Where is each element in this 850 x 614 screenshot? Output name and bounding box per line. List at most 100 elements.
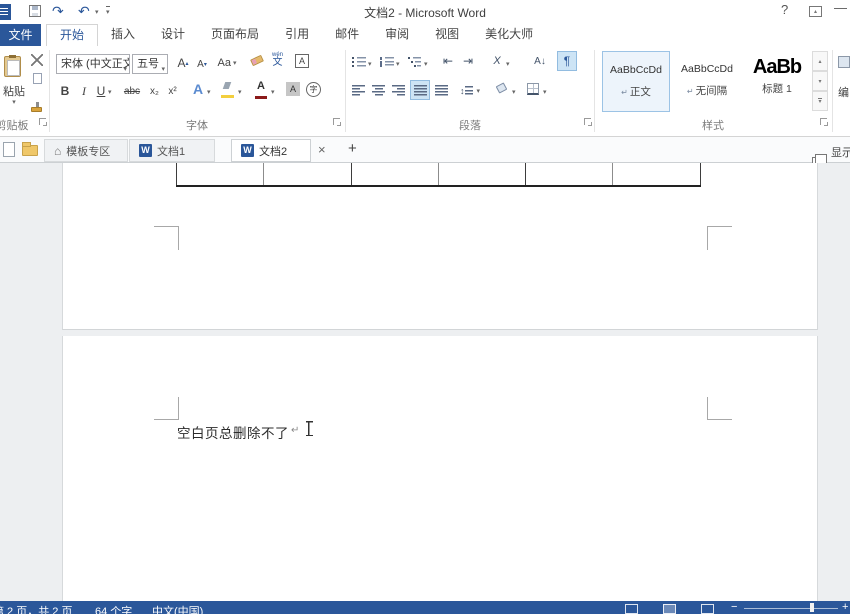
print-layout-button[interactable] [663, 604, 676, 614]
text-effects-dropdown-icon[interactable]: ▾ [207, 88, 211, 96]
clipboard-dialog-launcher-icon[interactable] [39, 118, 48, 127]
font-name-combobox[interactable]: 宋体 (中文正文 ▾ [56, 54, 130, 74]
increase-indent-icon[interactable]: ⇥ [460, 53, 476, 69]
asian-layout-icon[interactable]: X [489, 53, 505, 69]
style-normal[interactable]: AaBbCcDd ↵正文 [602, 51, 670, 112]
highlight-button[interactable] [221, 82, 234, 98]
tab-beautify[interactable]: 美化大师 [472, 24, 546, 46]
language-indicator[interactable]: 中文(中国) [152, 603, 203, 614]
decrease-indent-icon[interactable]: ⇤ [440, 53, 456, 69]
borders-dropdown-icon[interactable]: ▾ [543, 88, 547, 96]
styles-scroll-down-button[interactable]: ▾ [812, 71, 828, 91]
character-shading-icon[interactable]: A [286, 82, 300, 96]
word-count[interactable]: 64 个字 [95, 603, 132, 614]
subscript-button[interactable]: x₂ [146, 82, 163, 100]
document-text[interactable]: 空白页总删除不了 [177, 422, 289, 442]
align-right-button[interactable] [390, 82, 407, 99]
crop-mark [707, 226, 732, 227]
page-indicator[interactable]: 第 2 页，共 2 页 [0, 603, 72, 614]
distribute-button[interactable] [433, 82, 450, 99]
shading-dropdown-icon[interactable]: ▾ [512, 88, 516, 96]
zoom-in-icon[interactable]: + [842, 601, 848, 613]
page-1[interactable] [62, 163, 818, 330]
new-document-icon[interactable] [3, 142, 15, 157]
zoom-slider-track[interactable] [744, 608, 838, 609]
superscript-button[interactable]: x² [164, 82, 181, 100]
close-tab-icon[interactable]: × [318, 142, 326, 157]
font-dialog-launcher-icon[interactable] [333, 118, 342, 127]
tab-home[interactable]: 开始 [46, 24, 98, 46]
crop-mark [707, 397, 708, 420]
tab-file[interactable]: 文件 [0, 24, 41, 46]
bold-button[interactable]: B [58, 82, 72, 100]
character-border-icon[interactable]: A [295, 54, 309, 68]
style-no-spacing[interactable]: AaBbCcDd ↵无间隔 [673, 51, 741, 112]
tab-design[interactable]: 设计 [148, 24, 198, 46]
help-icon[interactable]: ? [781, 2, 788, 17]
grow-font-button[interactable]: A▴ [174, 54, 192, 72]
numbering-dropdown-icon[interactable]: ▾ [396, 60, 400, 68]
borders-icon[interactable] [527, 83, 539, 95]
tab-insert[interactable]: 插入 [98, 24, 148, 46]
style-heading1[interactable]: AaBb 标题 1 [744, 51, 810, 112]
zoom-out-icon[interactable]: − [731, 601, 737, 613]
shrink-font-button[interactable]: A▾ [194, 56, 210, 72]
text-effects-button[interactable]: A [190, 79, 206, 99]
bullets-icon[interactable] [352, 57, 366, 67]
doc-tab-document1[interactable]: W 文档1 [129, 139, 215, 162]
change-case-button[interactable]: Aa▾ [215, 54, 239, 72]
read-mode-button[interactable] [625, 604, 638, 614]
font-size-combobox[interactable]: 五号 ▾ [132, 54, 168, 74]
font-color-dropdown-icon[interactable]: ▾ [271, 88, 275, 96]
ribbon-display-options-icon[interactable]: ▴ [809, 6, 822, 17]
page-2[interactable]: 空白页总删除不了 ↵ [62, 336, 818, 601]
sort-icon[interactable]: A↓ [530, 53, 550, 69]
strikethrough-button[interactable]: abc [120, 82, 144, 100]
tab-references[interactable]: 引用 [272, 24, 322, 46]
italic-button[interactable]: I [78, 82, 90, 100]
window-title: 文档2 - Microsoft Word [0, 4, 850, 21]
tab-mailings[interactable]: 邮件 [322, 24, 372, 46]
web-layout-button[interactable] [701, 604, 714, 614]
minimize-icon[interactable]: — [834, 0, 847, 15]
highlight-dropdown-icon[interactable]: ▾ [238, 88, 242, 96]
styles-dialog-launcher-icon[interactable] [820, 118, 829, 127]
phonetic-guide-icon[interactable]: wén 文 [272, 52, 283, 68]
multilevel-dropdown-icon[interactable]: ▾ [424, 60, 428, 68]
paragraph-group-label: 段落 [348, 117, 592, 133]
clear-formatting-icon[interactable] [250, 55, 264, 66]
align-left-button[interactable] [350, 82, 367, 99]
align-center-button[interactable] [370, 82, 387, 99]
multilevel-list-icon[interactable] [408, 57, 422, 67]
styles-scroll-up-button[interactable]: ▴ [812, 51, 828, 71]
cut-icon[interactable] [31, 54, 43, 66]
paste-button[interactable]: 粘贴 ▾ [0, 50, 28, 110]
tab-review[interactable]: 审阅 [372, 24, 422, 46]
new-tab-icon[interactable]: + [348, 140, 357, 157]
enclose-characters-icon[interactable]: 字 [306, 82, 321, 97]
line-spacing-button[interactable]: ↕ ▾ [457, 82, 483, 99]
doc-tab-template-zone[interactable]: ⌂ 模板专区 [44, 139, 128, 162]
justify-button[interactable] [410, 80, 430, 100]
tab-page-layout[interactable]: 页面布局 [198, 24, 272, 46]
editing-group-icon[interactable] [838, 56, 850, 68]
doc-tab-document2[interactable]: W 文档2 [231, 139, 311, 162]
copy-icon[interactable] [33, 73, 42, 84]
zoom-slider-handle[interactable] [810, 603, 814, 612]
tabbar-right-label[interactable]: 显示 [831, 144, 850, 160]
numbering-icon[interactable] [380, 57, 394, 67]
shading-bucket-icon[interactable] [496, 82, 508, 93]
tab-view[interactable]: 视图 [422, 24, 472, 46]
change-case-label: Aa [218, 57, 231, 69]
asian-layout-dropdown-icon[interactable]: ▾ [506, 60, 510, 68]
underline-dropdown-icon[interactable]: ▾ [108, 88, 112, 96]
bullets-dropdown-icon[interactable]: ▾ [368, 60, 372, 68]
styles-more-button[interactable]: ▾ [812, 91, 828, 111]
underline-button[interactable]: U [94, 82, 108, 100]
open-folder-icon[interactable] [22, 145, 38, 156]
format-painter-icon[interactable] [31, 107, 42, 112]
font-color-button[interactable]: A [254, 80, 268, 99]
paragraph-dialog-launcher-icon[interactable] [584, 118, 593, 127]
title-bar: ↷ ↶ ▾ ▾ 文档2 - Microsoft Word ? ▴ — [0, 0, 850, 24]
show-hide-marks-button[interactable]: ¶ [557, 51, 577, 71]
